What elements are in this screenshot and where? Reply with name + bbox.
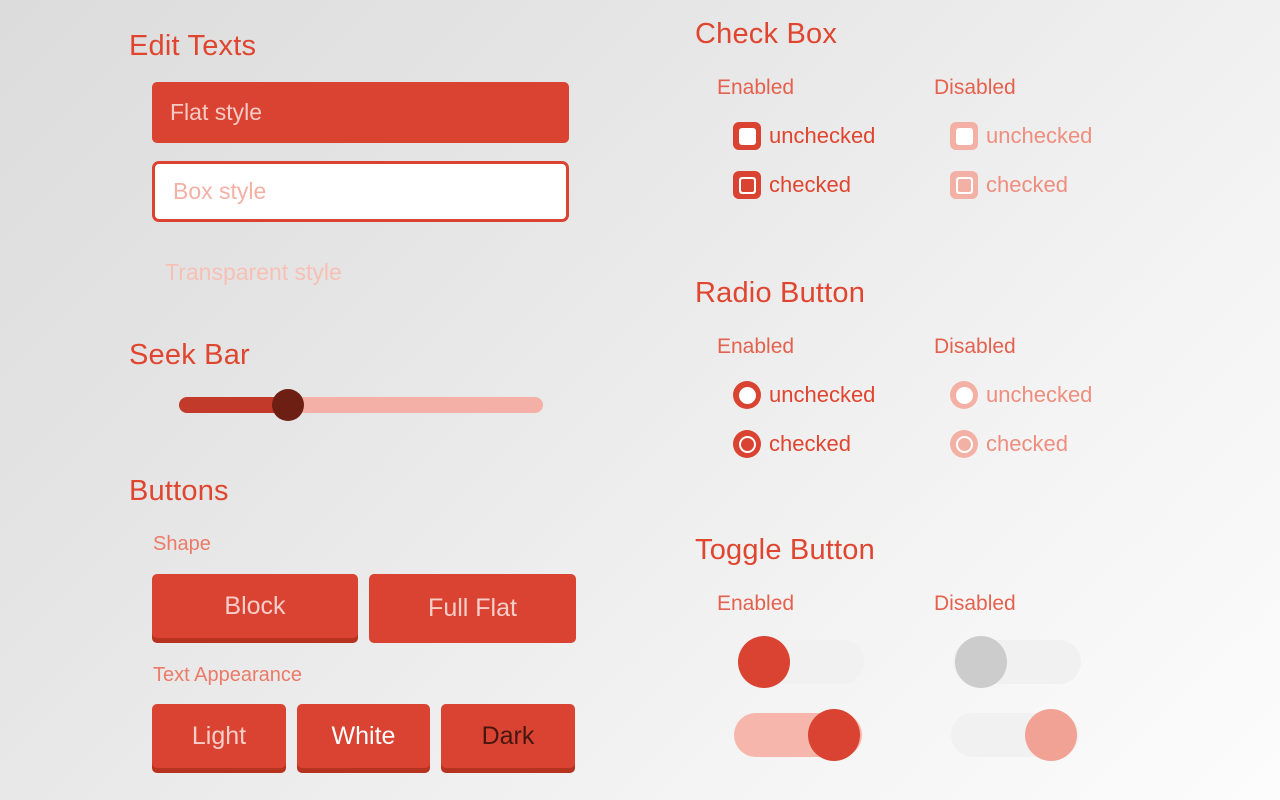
checkbox-enabled-unchecked[interactable]: unchecked xyxy=(733,122,875,150)
check-box-title: Check Box xyxy=(695,18,838,50)
radio-unchecked-icon xyxy=(950,381,978,409)
radio-disabled-unchecked-label: unchecked xyxy=(986,382,1093,407)
box-style-input[interactable] xyxy=(152,161,569,222)
toggle-button-title: Toggle Button xyxy=(695,534,875,566)
seek-bar[interactable] xyxy=(179,389,543,421)
toggle-disabled-on xyxy=(951,709,1079,761)
toggle-disabled-header: Disabled xyxy=(934,592,1016,615)
checkbox-disabled-unchecked-label: unchecked xyxy=(986,123,1093,148)
radio-enabled-checked[interactable]: checked xyxy=(733,430,851,458)
checkbox-disabled-checked: checked xyxy=(950,171,1068,199)
radio-disabled-checked-label: checked xyxy=(986,431,1068,456)
checkbox-enabled-unchecked-label: unchecked xyxy=(769,123,876,148)
demo-page: Edit Texts Seek Bar Buttons Shape Block … xyxy=(0,0,1280,800)
checkbox-disabled-checked-label: checked xyxy=(986,172,1068,197)
checkbox-unchecked-icon xyxy=(950,122,978,150)
check-box-disabled-header: Disabled xyxy=(934,76,1016,99)
toggle-enabled-header: Enabled xyxy=(717,592,795,615)
toggle-knob-icon xyxy=(1025,709,1077,761)
radio-enabled-checked-label: checked xyxy=(769,431,851,456)
toggle-disabled-off xyxy=(953,636,1081,688)
transparent-style-input[interactable] xyxy=(165,256,565,288)
radio-disabled-header: Disabled xyxy=(934,335,1016,358)
radio-enabled-unchecked[interactable]: unchecked xyxy=(733,381,875,409)
radio-enabled-header: Enabled xyxy=(717,335,795,358)
radio-disabled-unchecked: unchecked xyxy=(950,381,1092,409)
dark-text-button[interactable]: Dark xyxy=(441,704,575,768)
radio-checked-icon xyxy=(950,430,978,458)
toggle-knob-icon[interactable] xyxy=(738,636,790,688)
checkbox-enabled-checked-label: checked xyxy=(769,172,851,197)
toggle-knob-icon[interactable] xyxy=(808,709,860,761)
checkbox-checked-icon[interactable] xyxy=(733,171,761,199)
text-appearance-group-label: Text Appearance xyxy=(153,664,302,686)
white-text-button[interactable]: White xyxy=(297,704,430,768)
checkbox-enabled-checked[interactable]: checked xyxy=(733,171,851,199)
radio-unchecked-icon[interactable] xyxy=(733,381,761,409)
checkbox-checked-icon xyxy=(950,171,978,199)
toggle-knob-icon xyxy=(955,636,1007,688)
checkbox-disabled-unchecked: unchecked xyxy=(950,122,1092,150)
toggle-enabled-off[interactable] xyxy=(736,636,864,688)
toggle-enabled-on[interactable] xyxy=(734,709,862,761)
radio-disabled-checked: checked xyxy=(950,430,1068,458)
flat-style-input[interactable] xyxy=(152,82,569,143)
light-text-button[interactable]: Light xyxy=(152,704,286,768)
check-box-enabled-header: Enabled xyxy=(717,76,795,99)
full-flat-button[interactable]: Full Flat xyxy=(369,574,576,643)
checkbox-unchecked-icon[interactable] xyxy=(733,122,761,150)
edit-texts-title: Edit Texts xyxy=(129,30,257,62)
seek-bar-title: Seek Bar xyxy=(129,339,250,371)
shape-group-label: Shape xyxy=(153,533,211,555)
radio-enabled-unchecked-label: unchecked xyxy=(769,382,876,407)
radio-button-title: Radio Button xyxy=(695,277,866,309)
seek-bar-thumb[interactable] xyxy=(272,389,305,421)
radio-checked-icon[interactable] xyxy=(733,430,761,458)
block-button[interactable]: Block xyxy=(152,574,358,638)
buttons-title: Buttons xyxy=(129,475,229,507)
